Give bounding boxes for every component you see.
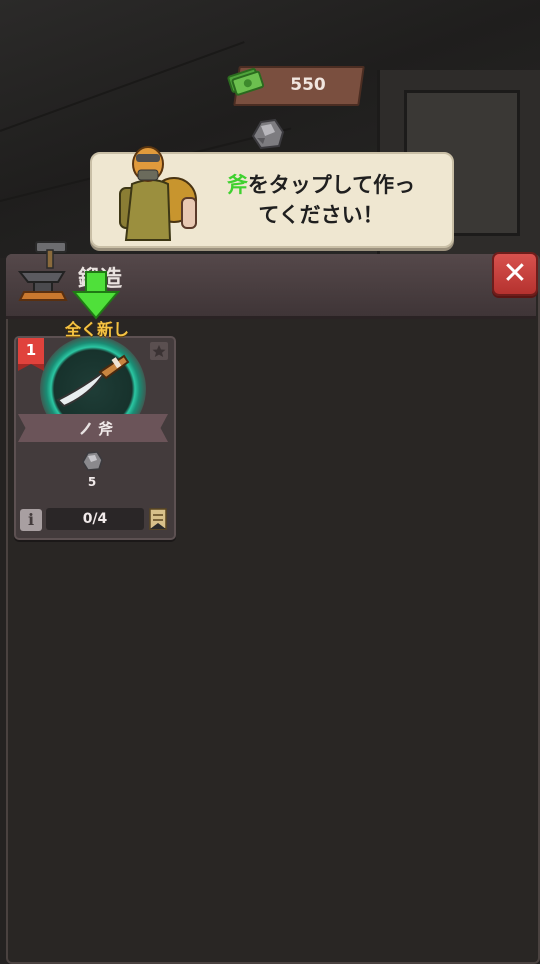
item-name: 斧: [98, 420, 114, 438]
star-icon: [150, 342, 168, 360]
mechanic-character-portrait: [119, 146, 197, 241]
info-button[interactable]: i: [20, 509, 42, 531]
item-level-badge: 1: [18, 338, 44, 364]
anvil-icon: [17, 241, 68, 301]
tutorial-text: 斧をタップして作っ てください！: [206, 170, 436, 230]
close-icon: ✕: [502, 256, 528, 291]
close-button[interactable]: ✕: [492, 252, 538, 296]
scroll-icon: [149, 508, 167, 530]
pointer-arrow-icon: [71, 271, 121, 320]
ore-icon: [251, 118, 285, 150]
money-value: 550: [290, 75, 326, 95]
scene-line: [0, 41, 245, 132]
tutorial-line2: てください！: [258, 203, 384, 227]
item-level-ribbon-tail: [18, 364, 44, 371]
tutorial-highlight-word: 斧: [226, 173, 248, 197]
item-cost-value: 5: [87, 475, 97, 489]
item-progress-text: 0/4: [82, 511, 108, 527]
ore-cost-icon: [82, 451, 103, 471]
tutorial-line1: をタップして作っ: [247, 173, 416, 197]
